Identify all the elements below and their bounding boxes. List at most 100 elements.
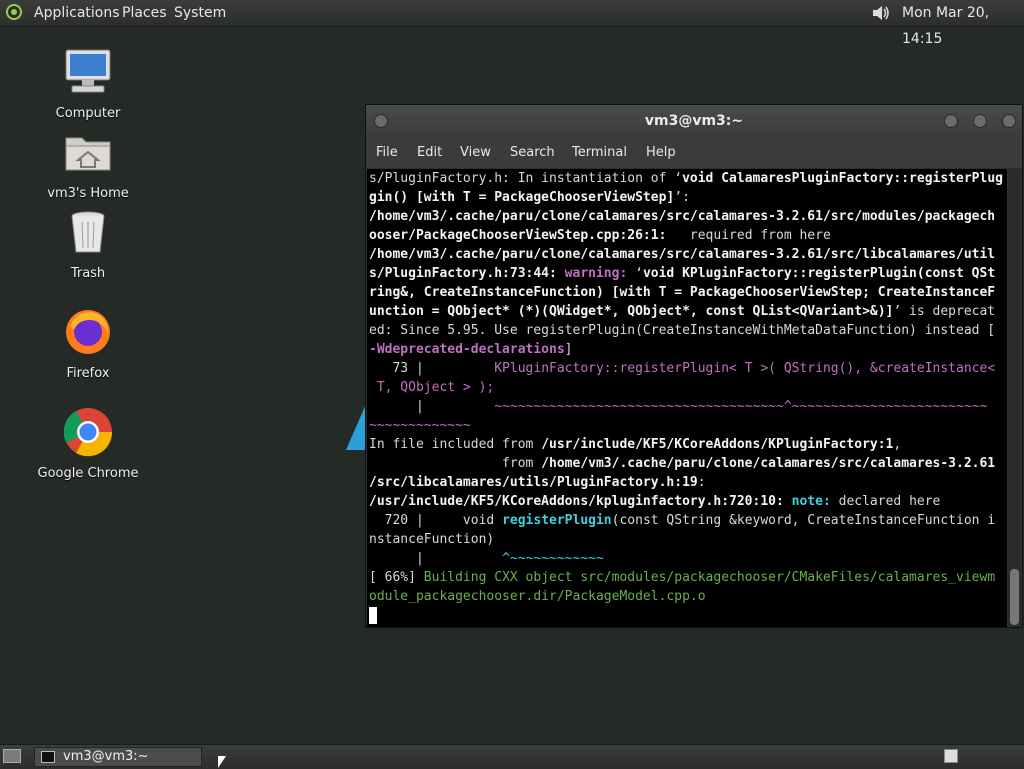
taskbar-item-terminal[interactable]: vm3@vm3:~ [34, 747, 202, 767]
terminal-text-segment: ^~~~~~~~~~~~~ [502, 551, 604, 566]
menu-edit[interactable]: Edit [417, 138, 442, 168]
terminal-line: 73 | KPluginFactory::registerPlugin< T >… [367, 359, 1007, 378]
terminal-line: s/PluginFactory.h: In instantiation of ‘… [367, 169, 1007, 188]
terminal-line: /home/vm3/.cache/paru/clone/calamares/sr… [367, 245, 1007, 264]
clock[interactable]: Mon Mar 20, 14:15 [902, 0, 1024, 47]
terminal-text-segment: /usr/include/KF5/KCoreAddons/kpluginfact… [369, 494, 784, 509]
terminal-text-segment: warning: [564, 266, 636, 281]
terminal-line: from /home/vm3/.cache/paru/clone/calamar… [367, 454, 1007, 473]
terminal-text-segment: unction = QObject* (*)(QWidget*, QObject… [369, 304, 894, 319]
terminal-menubar: File Edit View Search Terminal Help [366, 138, 1022, 168]
terminal-text-segment: KPluginFactory::registerPlugin< T >( QSt… [494, 361, 996, 376]
terminal-text-segment: ed: Since 5.95. Use registerPlugin(Creat… [369, 323, 996, 338]
terminal-line: -Wdeprecated-declarations] [367, 340, 1007, 359]
terminal-line: 720 | void registerPlugin(const QString … [367, 511, 1007, 530]
distro-logo-icon[interactable] [6, 4, 22, 20]
home-folder-icon [65, 137, 111, 171]
firefox-icon [66, 310, 110, 354]
terminal-text-segment: ’ is deprecat [893, 304, 996, 319]
terminal-text-segment: nstanceFunction) [369, 532, 495, 547]
desktop-icon-home[interactable]: vm3's Home [28, 126, 148, 201]
terminal-text-segment: registerPlugin [502, 513, 612, 528]
workspace-switcher[interactable] [944, 749, 958, 763]
terminal-line: In file included from /usr/include/KF5/K… [367, 435, 1007, 454]
terminal-icon [41, 751, 55, 763]
minimize-button[interactable] [944, 114, 958, 128]
desktop-icon-chrome[interactable]: Google Chrome [28, 406, 148, 481]
terminal-text-segment: declared here [838, 494, 941, 509]
top-panel: Applications Places System Mon Mar 20, 1… [0, 0, 1024, 47]
terminal-text-segment: 73 | [369, 361, 495, 376]
terminal-text-segment: T, QObject > ); [369, 380, 495, 395]
terminal-text-segment: ~~~~~~~~~~~~~~~~~~~~~~~~~~~~~~~~~~~~~^~~… [494, 399, 988, 414]
terminal-text-segment: ring&, CreateInstanceFunction) [with T =… [369, 285, 996, 300]
terminal-line: unction = QObject* (*)(QWidget*, QObject… [367, 302, 1007, 321]
menu-view[interactable]: View [460, 138, 491, 168]
terminal-text-segment: /src/libcalamares/utils/PluginFactory.h:… [369, 475, 698, 490]
terminal-line: odule_packagechooser.dir/PackageModel.cp… [367, 587, 1007, 606]
terminal-text-segment: [ 66%] [369, 570, 424, 585]
terminal-text-segment: | [369, 551, 503, 566]
terminal-text-segment: odule_packagechooser.dir/PackageModel.cp… [369, 589, 706, 604]
terminal-text-segment: In file included from [369, 437, 542, 452]
terminal-text-segment: s/PluginFactory.h: In instantiation of ‘ [369, 171, 683, 186]
desktop-icon-computer[interactable]: Computer [28, 46, 148, 121]
desktop-icon-label: Computer [55, 106, 121, 121]
terminal-text-segment: ooser/PackageChooserViewStep.cpp:26:1: [369, 228, 667, 243]
close-button[interactable] [1002, 114, 1016, 128]
terminal-output[interactable]: s/PluginFactory.h: In instantiation of ‘… [367, 169, 1007, 627]
scrollbar-thumb[interactable] [1010, 569, 1019, 625]
terminal-line: T, QObject > ); [367, 378, 1007, 397]
terminal-line: nstanceFunction) [367, 530, 1007, 549]
terminal-window[interactable]: vm3@vm3:~ File Edit View Search Terminal… [365, 104, 1023, 628]
places-menu[interactable]: Places [122, 0, 167, 26]
volume-icon[interactable] [870, 3, 890, 23]
show-desktop-icon[interactable] [3, 749, 21, 763]
terminal-line: /src/libcalamares/utils/PluginFactory.h:… [367, 473, 1007, 492]
terminal-text-segment: Building CXX object src/modules/packagec… [423, 570, 996, 585]
desktop-icon-label: vm3's Home [47, 186, 129, 201]
chrome-icon [63, 408, 113, 457]
terminal-text-segment: /home/vm3/.cache/paru/clone/calamares/sr… [541, 456, 996, 471]
bottom-panel: vm3@vm3:~ [0, 744, 1024, 769]
system-menu[interactable]: System [174, 0, 226, 26]
computer-icon [65, 49, 111, 93]
menu-terminal[interactable]: Terminal [572, 138, 627, 168]
trash-icon [71, 211, 105, 253]
terminal-line: s/PluginFactory.h:73:44: warning: ‘void … [367, 264, 1007, 283]
terminal-text-segment: /usr/include/KF5/KCoreAddons/KPluginFact… [541, 437, 894, 452]
terminal-line: | ^~~~~~~~~~~~~ [367, 549, 1007, 568]
desktop-icon-trash[interactable]: Trash [28, 206, 148, 281]
window-title: vm3@vm3:~ [644, 113, 744, 129]
text-cursor [369, 607, 377, 624]
menu-file[interactable]: File [376, 138, 398, 168]
terminal-scrollbar[interactable] [1008, 169, 1021, 627]
terminal-prompt[interactable] [367, 606, 1007, 625]
menu-help[interactable]: Help [646, 138, 676, 168]
window-menu-button[interactable] [374, 114, 388, 128]
terminal-text-segment: gin() [with T = PackageChooserViewStep] [369, 190, 675, 205]
terminal-text-segment: , [893, 437, 902, 452]
terminal-line: ooser/PackageChooserViewStep.cpp:26:1: r… [367, 226, 1007, 245]
terminal-text-segment: /home/vm3/.cache/paru/clone/calamares/sr… [369, 209, 996, 224]
desktop-icon-label: Firefox [66, 366, 110, 381]
terminal-line: [ 66%] Building CXX object src/modules/p… [367, 568, 1007, 587]
terminal-line: /home/vm3/.cache/paru/clone/calamares/sr… [367, 207, 1007, 226]
maximize-button[interactable] [973, 114, 987, 128]
terminal-text-segment: (const QString &keyword, CreateInstanceF… [611, 513, 996, 528]
terminal-text-segment: -Wdeprecated-declarations [369, 342, 565, 357]
terminal-line: gin() [with T = PackageChooserViewStep]’… [367, 188, 1007, 207]
applications-menu[interactable]: Applications [34, 0, 120, 26]
desktop-icon-label: Trash [70, 266, 106, 281]
terminal-titlebar[interactable]: vm3@vm3:~ [366, 105, 1022, 138]
terminal-text-segment: 720 | void [369, 513, 503, 528]
terminal-line: ~~~~~~~~~~~~~ [367, 416, 1007, 435]
menu-search[interactable]: Search [510, 138, 555, 168]
desktop-icon-firefox[interactable]: Firefox [28, 306, 148, 381]
terminal-line: /usr/include/KF5/KCoreAddons/kpluginfact… [367, 492, 1007, 511]
mouse-pointer-icon [218, 756, 226, 768]
terminal-text-segment: ~~~~~~~~~~~~~ [369, 418, 471, 433]
terminal-text-segment: required from here [666, 228, 831, 243]
terminal-text-segment: void CalamaresPluginFactory::registerPlu… [682, 171, 1003, 186]
